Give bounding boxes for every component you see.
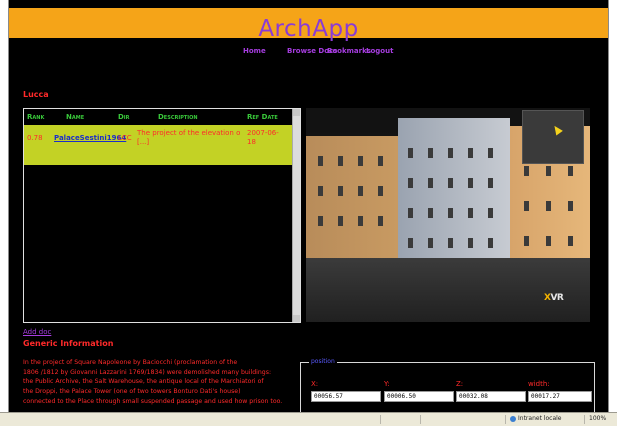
scroll-up-arrow[interactable] (293, 109, 300, 116)
generic-info-heading: Generic Information (23, 339, 114, 348)
3d-viewer[interactable]: XVR (306, 108, 590, 322)
results-header: Rank Name Dir Description Ref Date (24, 113, 292, 125)
security-zone: Intranet locale (510, 415, 562, 422)
status-divider (505, 415, 506, 424)
browser-frame-left (0, 0, 9, 425)
width-field[interactable]: 00017.27 (528, 391, 592, 402)
position-fieldset: position X: Y: Z: width: 00056.57 00006.… (300, 358, 595, 412)
city-title: Lucca (23, 90, 49, 99)
top-nav: Home Browse Docs Bookmarks Logout (9, 47, 608, 59)
nav-bookmarks-link[interactable]: Bookmarks (327, 47, 371, 55)
results-table: Rank Name Dir Description Ref Date 0.78 … (24, 109, 292, 322)
cell-rank: 0.78 (27, 134, 43, 142)
status-divider (584, 415, 585, 424)
generic-info-line: connected to the Place through small sus… (23, 397, 283, 405)
width-label: width: (528, 380, 550, 388)
col-name-header: Name (66, 113, 85, 121)
table-row[interactable]: 0.78 PalaceSestini1964 LCC The project o… (24, 125, 292, 165)
xvr-logo: XVR (544, 293, 564, 303)
cell-refdate-day: 18 (247, 138, 256, 146)
header-banner: ArchApp (9, 8, 608, 42)
col-description-header: Description (158, 113, 198, 121)
y-field[interactable]: 00006.50 (384, 391, 454, 402)
generic-info-line: the Droppi, the Palace Tower (one of two… (23, 388, 241, 396)
x-field[interactable]: 00056.57 (311, 391, 381, 402)
globe-icon (510, 415, 516, 422)
z-label: Z: (456, 380, 464, 388)
col-refdate-header: Ref Date (247, 113, 278, 121)
generic-info-line: In the project of Square Napoleone by Ba… (23, 359, 238, 366)
app-title: ArchApp (258, 16, 359, 42)
camera-direction-icon (551, 123, 563, 136)
browser-status-bar: Intranet locale 100% (0, 412, 617, 426)
add-doc-link[interactable]: Add doc (23, 328, 51, 336)
browser-frame-right (608, 0, 617, 425)
page: ArchApp Home Browse Docs Bookmarks Logou… (9, 0, 608, 412)
z-field[interactable]: 00032.08 (456, 391, 526, 402)
position-legend: position (309, 358, 337, 365)
generic-info-line: 1806 /1812 by Giovanni Lazzarini 1769/18… (23, 368, 272, 376)
square-ground (306, 258, 590, 322)
status-divider (420, 415, 421, 424)
cell-description: The project of the elevation o (137, 129, 241, 137)
minimap[interactable] (522, 110, 584, 164)
generic-info-line: the Public Archive, the Salt Warehouse, … (23, 378, 264, 386)
nav-home-link[interactable]: Home (243, 47, 266, 55)
nav-logout-link[interactable]: Logout (366, 47, 393, 55)
building-center (398, 118, 510, 278)
col-dir-header: Dir (118, 113, 130, 121)
scroll-down-arrow[interactable] (293, 315, 300, 322)
status-divider (380, 415, 381, 424)
results-panel: Rank Name Dir Description Ref Date 0.78 … (23, 108, 301, 323)
cell-name-link[interactable]: PalaceSestini1964 (54, 134, 126, 143)
cell-dir: LCC (118, 134, 132, 142)
results-scrollbar[interactable] (292, 109, 300, 322)
y-label: Y: (384, 380, 390, 388)
col-rank-header: Rank (27, 113, 45, 121)
cell-description-more: [...] (137, 138, 150, 146)
cell-refdate: 2007-06- (247, 129, 279, 137)
x-label: X: (311, 380, 319, 388)
generic-info-text: In the project of Square Napoleone by Ba… (23, 358, 299, 407)
zoom-level[interactable]: 100% (589, 415, 606, 422)
